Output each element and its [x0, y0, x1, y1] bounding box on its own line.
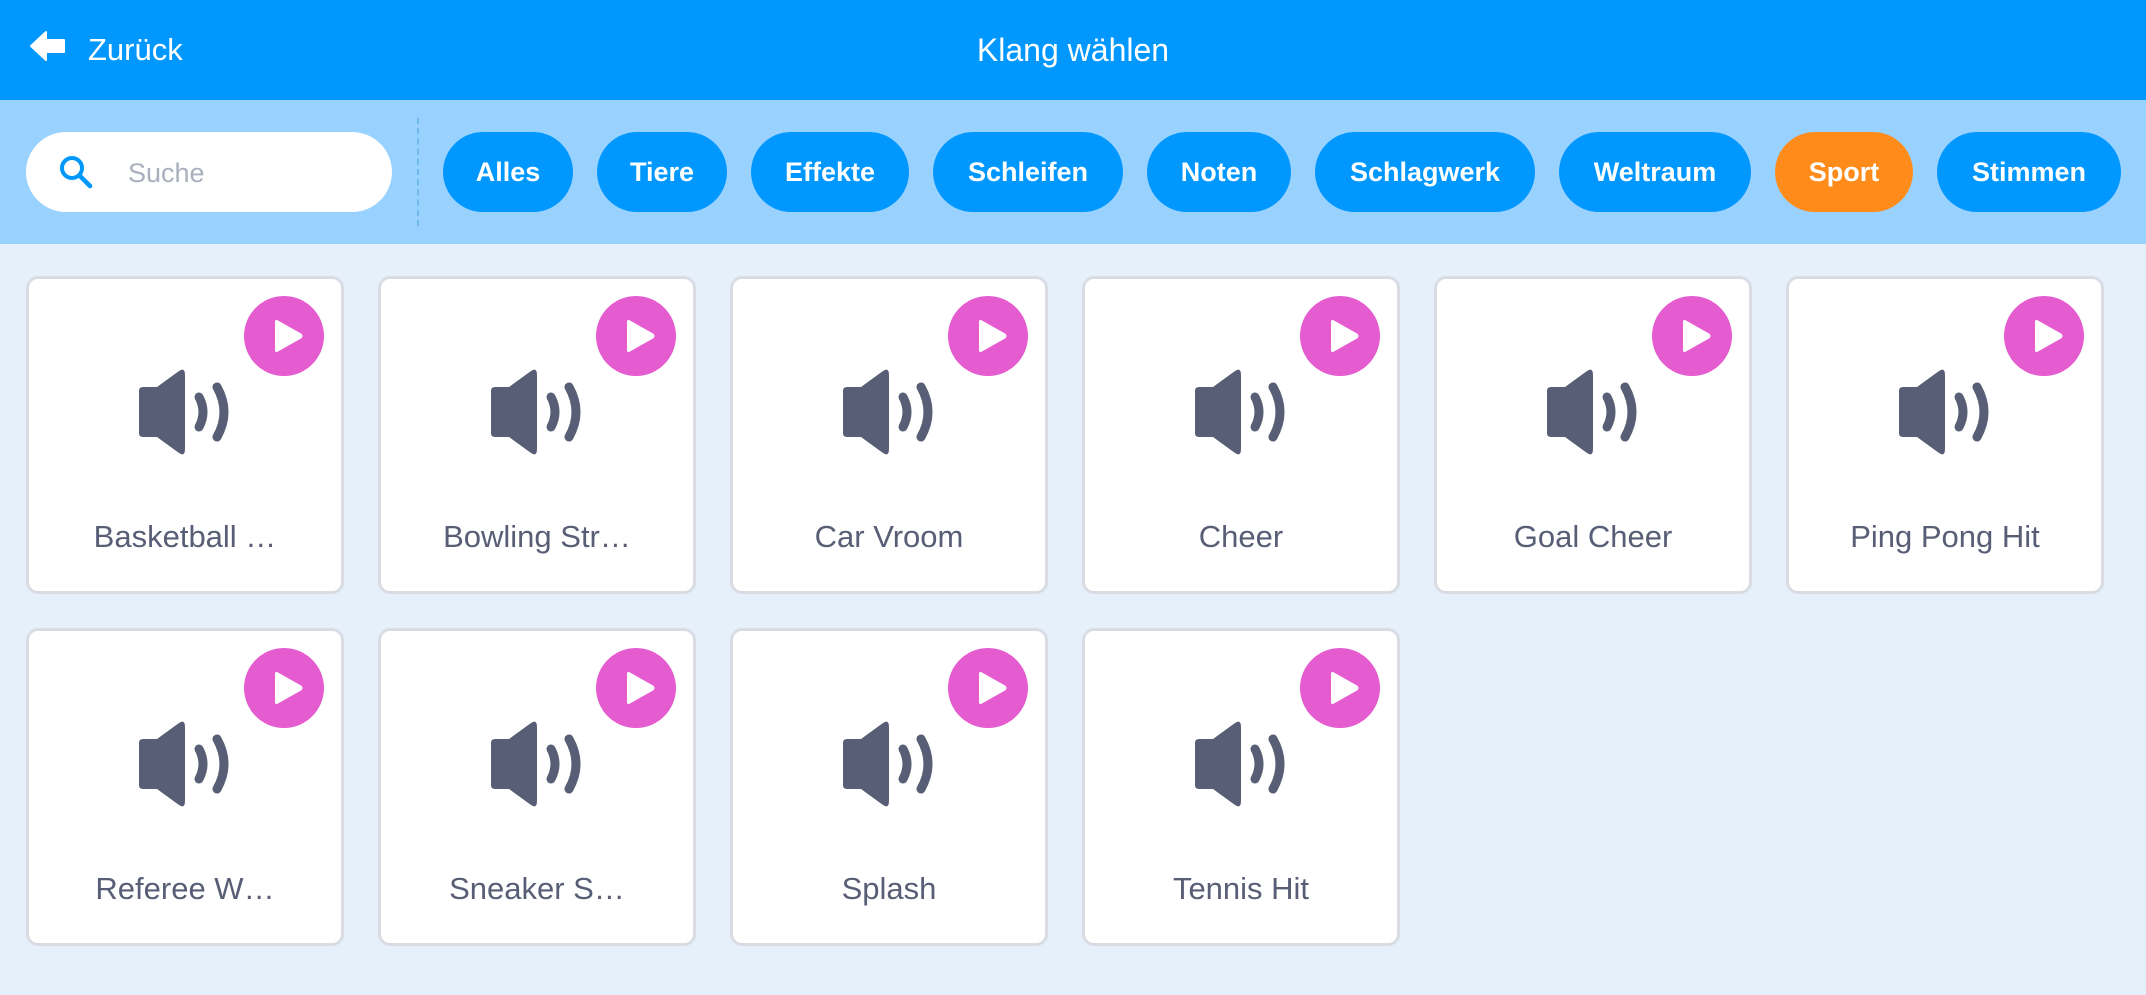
- play-icon: [2023, 318, 2065, 354]
- sound-card[interactable]: Sneaker S…: [378, 628, 696, 946]
- speaker-icon: [1189, 719, 1299, 809]
- speaker-icon: [1541, 367, 1651, 457]
- sound-name: Cheer: [1198, 519, 1284, 554]
- play-icon: [967, 318, 1009, 354]
- play-button[interactable]: [1300, 648, 1380, 728]
- play-icon: [1319, 670, 1361, 706]
- filter-bar: Alles Tiere Effekte Schleifen Noten Schlagwer…: [0, 100, 2146, 244]
- speaker-icon: [1893, 367, 2003, 457]
- play-icon: [1671, 318, 1713, 354]
- speaker-icon: [485, 367, 595, 457]
- play-button[interactable]: [948, 296, 1028, 376]
- sound-card[interactable]: Bowling Str…: [378, 276, 696, 594]
- sound-card[interactable]: Goal Cheer: [1434, 276, 1752, 594]
- sound-name: Sneaker S…: [449, 871, 625, 906]
- tag-noten[interactable]: Noten: [1147, 132, 1291, 212]
- sound-card[interactable]: Cheer: [1082, 276, 1400, 594]
- speaker-icon: [485, 719, 595, 809]
- play-button[interactable]: [1652, 296, 1732, 376]
- sound-name: Tennis Hit: [1172, 871, 1310, 906]
- play-icon: [263, 670, 305, 706]
- speaker-icon: [837, 719, 947, 809]
- sound-card[interactable]: Referee W…: [26, 628, 344, 946]
- filter-divider: [417, 118, 419, 226]
- speaker-icon: [133, 367, 243, 457]
- sound-name: Basketball …: [93, 519, 277, 554]
- tag-schleifen[interactable]: Schleifen: [933, 132, 1123, 212]
- speaker-icon: [1189, 367, 1299, 457]
- sound-name: Referee W…: [95, 871, 275, 906]
- sound-card[interactable]: Basketball …: [26, 276, 344, 594]
- back-label: Zurück: [88, 32, 183, 67]
- header-bar: Zurück Klang wählen: [0, 0, 2146, 100]
- play-button[interactable]: [244, 296, 324, 376]
- play-button[interactable]: [2004, 296, 2084, 376]
- sound-name: Ping Pong Hit: [1850, 519, 2040, 554]
- sound-name: Car Vroom: [814, 519, 964, 554]
- search-input[interactable]: [126, 146, 370, 200]
- play-icon: [967, 670, 1009, 706]
- page-title: Klang wählen: [976, 32, 1170, 68]
- sound-card[interactable]: Car Vroom: [730, 276, 1048, 594]
- sound-name: Goal Cheer: [1513, 519, 1673, 554]
- tag-effekte[interactable]: Effekte: [751, 132, 909, 212]
- tag-alles[interactable]: Alles: [443, 132, 573, 212]
- tag-tiere[interactable]: Tiere: [597, 132, 727, 212]
- play-button[interactable]: [596, 648, 676, 728]
- play-button[interactable]: [948, 648, 1028, 728]
- sound-name: Splash: [841, 871, 937, 906]
- search-box[interactable]: [26, 132, 392, 212]
- play-icon: [615, 670, 657, 706]
- speaker-icon: [837, 367, 947, 457]
- play-button[interactable]: [1300, 296, 1380, 376]
- tag-list: Alles Tiere Effekte Schleifen Noten Schlagwer…: [443, 132, 2121, 212]
- play-icon: [263, 318, 305, 354]
- play-button[interactable]: [596, 296, 676, 376]
- speaker-icon: [133, 719, 243, 809]
- sound-card[interactable]: Tennis Hit: [1082, 628, 1400, 946]
- sound-card[interactable]: Ping Pong Hit: [1786, 276, 2104, 594]
- play-icon: [1319, 318, 1361, 354]
- sound-name: Bowling Str…: [443, 519, 631, 554]
- play-icon: [615, 318, 657, 354]
- tag-sport[interactable]: Sport: [1775, 132, 1913, 212]
- tag-stimmen[interactable]: Stimmen: [1937, 132, 2121, 212]
- arrow-left-icon: [28, 26, 88, 74]
- sound-card[interactable]: Splash: [730, 628, 1048, 946]
- tag-schlagwerk[interactable]: Schlagwerk: [1315, 132, 1535, 212]
- tag-weltraum[interactable]: Weltraum: [1559, 132, 1751, 212]
- play-button[interactable]: [244, 648, 324, 728]
- back-button[interactable]: Zurück: [28, 24, 183, 76]
